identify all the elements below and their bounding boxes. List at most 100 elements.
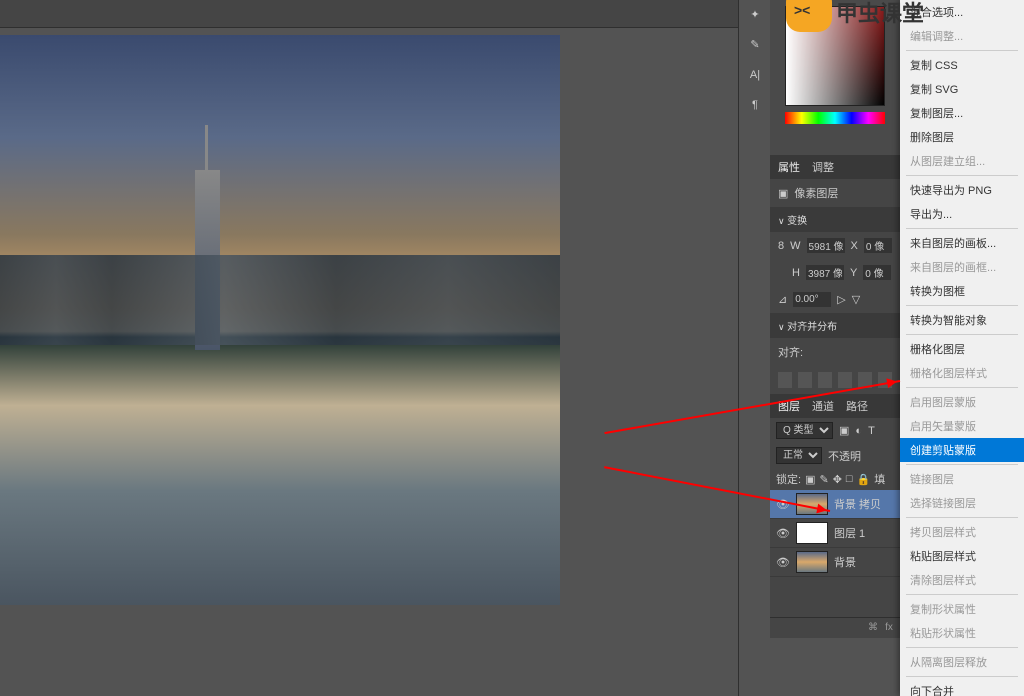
visibility-icon[interactable]: 👁 bbox=[776, 556, 790, 569]
w-label: W bbox=[790, 240, 800, 252]
document-canvas[interactable] bbox=[0, 35, 560, 615]
tab-layers[interactable]: 图层 bbox=[778, 398, 800, 414]
menu-item: 粘贴形状属性 bbox=[900, 621, 1024, 645]
width-input[interactable] bbox=[807, 238, 845, 253]
menu-item[interactable]: 栅格化图层 bbox=[900, 337, 1024, 361]
menu-item: 拷贝图层样式 bbox=[900, 520, 1024, 544]
menu-item[interactable]: 复制 SVG bbox=[900, 77, 1024, 101]
tab-channels[interactable]: 通道 bbox=[812, 398, 834, 414]
layer-name[interactable]: 图层 1 bbox=[834, 525, 865, 541]
clone-icon[interactable]: ✎ bbox=[739, 30, 771, 60]
watermark-text: 甲虫课堂 bbox=[836, 0, 924, 28]
menu-item[interactable]: 粘贴图层样式 bbox=[900, 544, 1024, 568]
menu-item[interactable]: 来自图层的画板... bbox=[900, 231, 1024, 255]
align-vcenter-icon[interactable] bbox=[858, 372, 872, 388]
menu-separator bbox=[906, 334, 1018, 335]
layer-row[interactable]: 👁 背景 拷贝 bbox=[770, 490, 900, 519]
lock-all-icon[interactable]: ▣ bbox=[805, 473, 815, 486]
menu-separator bbox=[906, 676, 1018, 677]
lock-position-icon[interactable]: ✥ bbox=[833, 473, 842, 486]
layer-name[interactable]: 背景 bbox=[834, 554, 856, 570]
height-row: H Y bbox=[770, 259, 900, 286]
filter-adjust-icon[interactable]: ◐ bbox=[855, 425, 862, 437]
lock-artboard-icon[interactable]: □ bbox=[846, 473, 853, 485]
link-layers-icon[interactable]: ⌘ bbox=[866, 622, 880, 636]
blend-opacity-bar: 正常 不透明 bbox=[770, 443, 900, 468]
align-bottom-icon[interactable] bbox=[878, 372, 892, 388]
blend-mode-select[interactable]: 正常 bbox=[776, 447, 822, 464]
right-panels: 属性 调整 ▣ 像素图层 变换 8 W X H Y ⊿ ▷ ▽ 对齐并分布 bbox=[770, 0, 900, 696]
menu-item[interactable]: 复制图层... bbox=[900, 101, 1024, 125]
properties-panel: 属性 调整 ▣ 像素图层 变换 8 W X H Y ⊿ ▷ ▽ 对齐并分布 bbox=[770, 155, 900, 394]
align-right-icon[interactable] bbox=[818, 372, 832, 388]
height-input[interactable] bbox=[806, 265, 844, 280]
image-content bbox=[0, 35, 560, 605]
menu-separator bbox=[906, 305, 1018, 306]
menu-item[interactable]: 导出为... bbox=[900, 202, 1024, 226]
options-bar bbox=[0, 0, 770, 28]
menu-item[interactable]: 向下合并 bbox=[900, 679, 1024, 696]
watermark: >< 甲虫课堂 bbox=[786, 0, 924, 32]
tab-properties[interactable]: 属性 bbox=[778, 159, 800, 175]
menu-item[interactable]: 删除图层 bbox=[900, 125, 1024, 149]
paragraph-panel-icon[interactable]: ¶ bbox=[739, 90, 771, 120]
visibility-icon[interactable]: 👁 bbox=[776, 527, 790, 540]
layer-type-row: ▣ 像素图层 bbox=[770, 179, 900, 207]
width-row: 8 W X bbox=[770, 232, 900, 259]
transform-section[interactable]: 变换 bbox=[770, 207, 900, 232]
visibility-icon[interactable]: 👁 bbox=[776, 498, 790, 511]
menu-separator bbox=[906, 647, 1018, 648]
menu-item: 来自图层的画框... bbox=[900, 255, 1024, 279]
tab-adjustments[interactable]: 调整 bbox=[812, 159, 834, 175]
menu-item: 选择链接图层 bbox=[900, 491, 1024, 515]
lock-label: 锁定: bbox=[776, 471, 801, 487]
link-icon[interactable]: 8 bbox=[778, 240, 784, 252]
watermark-icon: >< bbox=[786, 0, 832, 32]
properties-tabs[interactable]: 属性 调整 bbox=[770, 155, 900, 179]
fx-icon[interactable]: fx bbox=[882, 622, 896, 636]
tab-paths[interactable]: 路径 bbox=[846, 398, 868, 414]
menu-item: 启用矢量蒙版 bbox=[900, 414, 1024, 438]
y-input[interactable] bbox=[863, 265, 891, 280]
lock-pixels-icon[interactable]: ✎ bbox=[819, 473, 828, 486]
layer-thumbnail[interactable] bbox=[796, 551, 828, 573]
collapsed-panel-dock[interactable]: ✦ ✎ A| ¶ bbox=[738, 0, 770, 696]
y-label: Y bbox=[850, 267, 857, 279]
layer-name[interactable]: 背景 拷贝 bbox=[834, 496, 881, 512]
layer-row[interactable]: 👁 图层 1 bbox=[770, 519, 900, 548]
menu-separator bbox=[906, 50, 1018, 51]
brush-icon[interactable]: ✦ bbox=[739, 0, 771, 30]
align-section[interactable]: 对齐并分布 bbox=[770, 313, 900, 338]
layers-tabs[interactable]: 图层 通道 路径 bbox=[770, 394, 900, 418]
char-panel-icon[interactable]: A| bbox=[739, 60, 771, 90]
layer-kind-filter[interactable]: Q 类型 bbox=[776, 422, 833, 439]
flip-h-icon[interactable]: ▷ bbox=[837, 293, 845, 306]
hue-slider[interactable] bbox=[785, 112, 885, 124]
lock-icon[interactable]: 🔒 bbox=[857, 473, 871, 486]
layers-bottom-bar: ⌘ fx bbox=[770, 617, 900, 638]
filter-image-icon[interactable]: ▣ bbox=[839, 424, 849, 437]
align-label-row: 对齐: bbox=[770, 338, 900, 366]
layer-context-menu[interactable]: 混合选项...编辑调整...复制 CSS复制 SVG复制图层...删除图层从图层… bbox=[900, 0, 1024, 696]
menu-separator bbox=[906, 594, 1018, 595]
layer-thumbnail[interactable] bbox=[796, 493, 828, 515]
menu-item[interactable]: 转换为图框 bbox=[900, 279, 1024, 303]
align-top-icon[interactable] bbox=[838, 372, 852, 388]
align-hcenter-icon[interactable] bbox=[798, 372, 812, 388]
skyline-buildings bbox=[0, 255, 560, 345]
layer-thumbnail[interactable] bbox=[796, 522, 828, 544]
filter-text-icon[interactable]: T bbox=[868, 425, 875, 437]
x-input[interactable] bbox=[864, 238, 892, 253]
menu-item: 栅格化图层样式 bbox=[900, 361, 1024, 385]
align-left-icon[interactable] bbox=[778, 372, 792, 388]
menu-item[interactable]: 快速导出为 PNG bbox=[900, 178, 1024, 202]
menu-separator bbox=[906, 175, 1018, 176]
menu-item[interactable]: 创建剪贴蒙版 bbox=[900, 438, 1024, 462]
angle-input[interactable] bbox=[793, 292, 831, 307]
menu-item[interactable]: 转换为智能对象 bbox=[900, 308, 1024, 332]
menu-item[interactable]: 复制 CSS bbox=[900, 53, 1024, 77]
layer-row[interactable]: 👁 背景 bbox=[770, 548, 900, 577]
menu-item: 从隔离图层释放 bbox=[900, 650, 1024, 674]
menu-separator bbox=[906, 517, 1018, 518]
flip-v-icon[interactable]: ▽ bbox=[852, 293, 860, 306]
